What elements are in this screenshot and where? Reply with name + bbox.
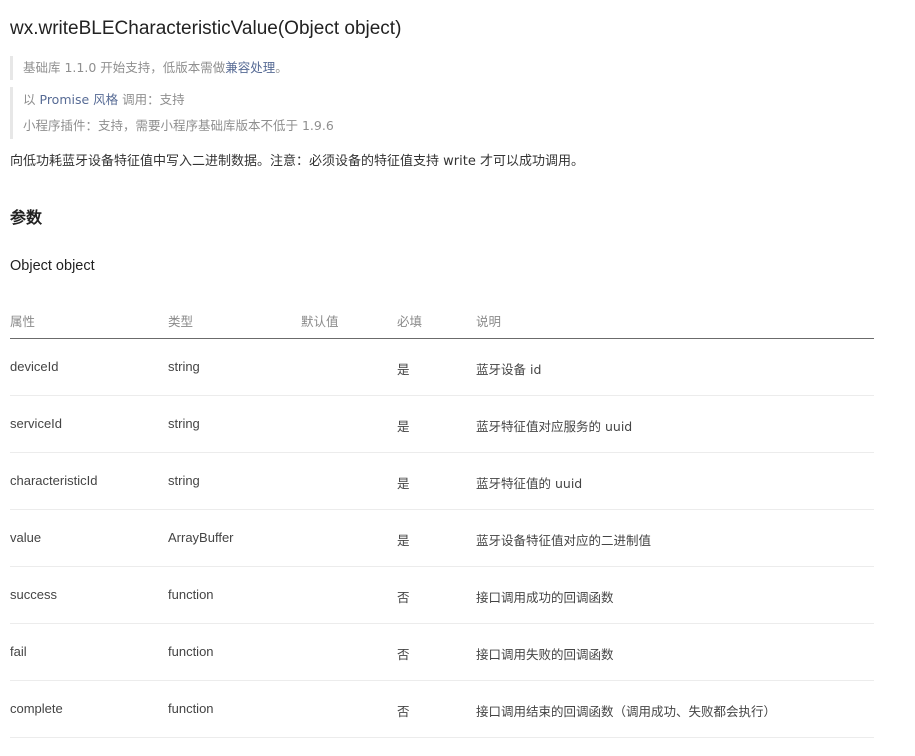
- param-required: 是: [397, 362, 410, 377]
- object-heading: Object object: [10, 258, 95, 274]
- param-type: string: [168, 416, 200, 431]
- promise-suffix: 调用：支持: [122, 92, 185, 107]
- param-name: characteristicId: [10, 473, 98, 488]
- param-required: 否: [397, 647, 410, 662]
- param-type: function: [168, 701, 214, 716]
- param-description: 接口调用结束的回调函数（调用成功、失败都会执行）: [476, 704, 777, 719]
- table-row: serviceId string 是 蓝牙特征值对应服务的 uuid: [10, 396, 874, 453]
- param-name: serviceId: [10, 416, 63, 431]
- param-type: function: [168, 587, 214, 602]
- table-row: characteristicId string 是 蓝牙特征值的 uuid: [10, 453, 874, 510]
- promise-support-row: 以 Promise 风格 调用：支持: [23, 87, 334, 113]
- table-row: fail function 否 接口调用失败的回调函数: [10, 624, 874, 681]
- param-type: string: [168, 473, 200, 488]
- promise-prefix: 以: [23, 92, 36, 107]
- header-required: 必填: [397, 314, 423, 329]
- base-lib-note: 基础库 1.1.0 开始支持，低版本需做兼容处理。: [10, 56, 288, 80]
- header-description: 说明: [476, 314, 502, 329]
- param-required: 是: [397, 419, 410, 434]
- param-type: ArrayBuffer: [168, 530, 234, 545]
- params-heading: 参数: [10, 208, 43, 227]
- param-name: success: [10, 587, 57, 602]
- table-row: deviceId string 是 蓝牙设备 id: [10, 339, 874, 396]
- plugin-support-row: 小程序插件：支持，需要小程序基础库版本不低于 1.9.6: [23, 118, 334, 133]
- param-description: 蓝牙特征值的 uuid: [476, 476, 583, 491]
- api-description: 向低功耗蓝牙设备特征值中写入二进制数据。注意：必须设备的特征值支持 write …: [10, 154, 584, 169]
- compat-link[interactable]: 兼容处理: [225, 60, 275, 75]
- param-required: 是: [397, 476, 410, 491]
- param-name: complete: [10, 701, 63, 716]
- param-type: string: [168, 359, 200, 374]
- support-note: 以 Promise 风格 调用：支持 小程序插件：支持，需要小程序基础库版本不低…: [10, 87, 334, 139]
- table-header: 属性 类型 默认值 必填 说明: [10, 298, 874, 339]
- param-name: deviceId: [10, 359, 59, 374]
- param-required: 否: [397, 704, 410, 719]
- base-lib-prefix: 基础库 1.1.0 开始支持，低版本需做: [23, 60, 226, 75]
- params-table: 属性 类型 默认值 必填 说明 deviceId string 是 蓝牙设备 i…: [10, 298, 874, 738]
- param-description: 接口调用失败的回调函数: [476, 647, 614, 662]
- header-attribute: 属性: [10, 314, 36, 329]
- param-description: 蓝牙设备特征值对应的二进制值: [476, 533, 652, 548]
- param-name: value: [10, 530, 42, 545]
- param-required: 否: [397, 590, 410, 605]
- table-row: value ArrayBuffer 是 蓝牙设备特征值对应的二进制值: [10, 510, 874, 567]
- page-title: wx.writeBLECharacteristicValue(Object ob…: [10, 18, 402, 39]
- table-row: complete function 否 接口调用结束的回调函数（调用成功、失败都…: [10, 681, 874, 738]
- header-default: 默认值: [301, 314, 339, 329]
- param-description: 接口调用成功的回调函数: [476, 590, 614, 605]
- param-description: 蓝牙设备 id: [476, 362, 542, 377]
- param-required: 是: [397, 533, 410, 548]
- param-name: fail: [10, 644, 27, 659]
- promise-style-label: Promise 风格: [39, 92, 119, 107]
- param-description: 蓝牙特征值对应服务的 uuid: [476, 419, 633, 434]
- header-type: 类型: [168, 314, 194, 329]
- table-row: success function 否 接口调用成功的回调函数: [10, 567, 874, 624]
- base-lib-suffix: 。: [275, 60, 288, 75]
- param-type: function: [168, 644, 214, 659]
